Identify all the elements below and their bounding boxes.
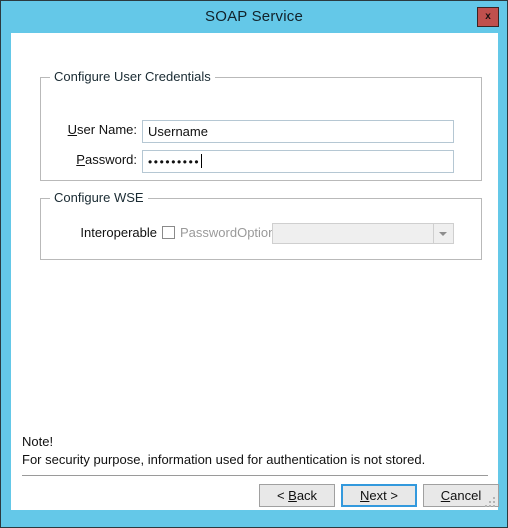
user-name-label: User Name: bbox=[67, 122, 137, 137]
group-credentials-legend: Configure User Credentials bbox=[50, 69, 215, 84]
group-wse-legend: Configure WSE bbox=[50, 190, 148, 205]
title-bar: SOAP Service x bbox=[1, 1, 507, 33]
note-title: Note! bbox=[22, 434, 54, 449]
window-title: SOAP Service bbox=[205, 8, 303, 25]
close-icon[interactable]: x bbox=[477, 7, 499, 27]
passwordoptions-label: PasswordOptions bbox=[180, 225, 282, 240]
dialog-client-area: Configure User Credentials User Name: Us… bbox=[11, 33, 499, 510]
password-input[interactable]: ••••••••• bbox=[142, 150, 454, 173]
user-name-input[interactable]: Username bbox=[142, 120, 454, 143]
text-caret bbox=[201, 154, 203, 168]
password-label: Password: bbox=[76, 152, 137, 167]
resize-grip-icon[interactable] bbox=[482, 494, 495, 507]
chevron-down-icon[interactable] bbox=[433, 224, 453, 243]
next-button[interactable]: Next > bbox=[341, 484, 417, 507]
passwordoptions-checkbox[interactable] bbox=[162, 226, 175, 239]
note-body: For security purpose, information used f… bbox=[22, 452, 426, 467]
footer-divider bbox=[22, 475, 488, 476]
passwordoptions-dropdown[interactable] bbox=[272, 223, 454, 244]
interoperable-label: Interoperable bbox=[80, 225, 157, 240]
group-configure-wse: Configure WSE Interoperable PasswordOpti… bbox=[40, 190, 482, 260]
soap-service-dialog: SOAP Service x Configure User Credential… bbox=[0, 0, 508, 528]
back-button[interactable]: < Back bbox=[259, 484, 335, 507]
group-configure-user-credentials: Configure User Credentials User Name: Us… bbox=[40, 69, 482, 181]
password-masked-value: ••••••••• bbox=[148, 155, 201, 169]
